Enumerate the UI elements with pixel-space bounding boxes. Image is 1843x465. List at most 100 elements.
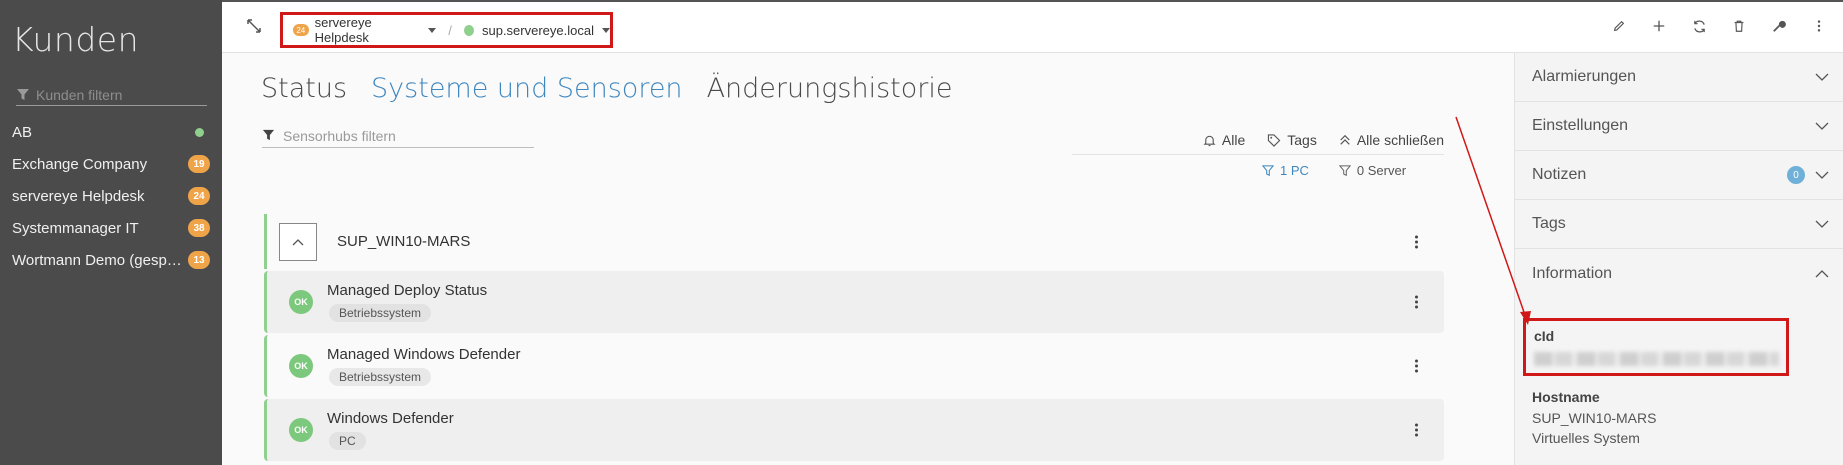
plus-icon[interactable] — [1651, 18, 1667, 34]
chevron-down-icon — [1815, 171, 1829, 179]
sensor-tag: Betriebssystem — [329, 304, 432, 322]
breadcrumb-customer[interactable]: servereye Helpdesk — [315, 15, 421, 45]
system-type-value: Virtuelles System — [1532, 430, 1640, 446]
sensor-row[interactable]: OK Managed Windows Defender Betriebssyst… — [264, 335, 1444, 397]
section-label: Einstellungen — [1532, 117, 1629, 134]
funnel-icon — [1262, 164, 1274, 176]
wrench-icon[interactable] — [1771, 18, 1787, 34]
sidebar-item-exchange-company[interactable]: Exchange Company 19 — [0, 148, 222, 180]
expand-icon[interactable] — [246, 18, 262, 34]
customer-list: AB Exchange Company 19 servereye Helpdes… — [0, 116, 222, 276]
tags-label: Tags — [1287, 132, 1317, 148]
chevron-down-icon[interactable] — [601, 27, 610, 33]
system-status-dot — [463, 24, 474, 36]
sidebar-item-servereye-helpdesk[interactable]: servereye Helpdesk 24 — [0, 180, 222, 212]
breadcrumb-separator: / — [448, 22, 452, 38]
cid-label: cId — [1534, 328, 1555, 344]
pencil-icon[interactable] — [1611, 18, 1627, 34]
toolbar — [1611, 18, 1827, 34]
more-vertical-icon[interactable] — [1414, 359, 1418, 373]
more-vertical-icon[interactable] — [1414, 423, 1418, 437]
section-information[interactable]: Information — [1515, 249, 1843, 298]
filter-pc-label: 1 PC — [1280, 163, 1309, 178]
refresh-icon[interactable] — [1691, 18, 1707, 34]
filter-server-button[interactable]: 0 Server — [1338, 163, 1407, 178]
sidebar-item-label: Systemmanager IT — [12, 219, 139, 237]
filter-server-label: 0 Server — [1356, 163, 1407, 178]
tab-change-history[interactable]: Änderungshistorie — [707, 73, 953, 104]
tag-icon — [1268, 133, 1281, 147]
tags-button[interactable]: Tags — [1267, 132, 1317, 148]
notes-count-badge: 0 — [1787, 166, 1805, 184]
system-type-filters: 1 PC 0 Server — [1262, 163, 1406, 178]
sensorhub-filter-placeholder: Sensorhubs filtern — [283, 127, 396, 144]
more-vertical-icon[interactable] — [1811, 18, 1827, 34]
hostname-value: SUP_WIN10-MARS — [1532, 410, 1657, 426]
filter-icon — [17, 88, 29, 100]
chevron-up-icon — [292, 238, 304, 245]
trash-icon[interactable] — [1731, 18, 1747, 34]
section-notes[interactable]: Notizen 0 — [1515, 151, 1843, 200]
customer-filter-input[interactable]: Kunden filtern — [16, 84, 207, 106]
chevron-down-icon[interactable] — [428, 27, 437, 33]
hostname-label: Hostname — [1532, 389, 1600, 405]
sensor-title: Managed Windows Defender — [327, 346, 521, 363]
sidebar-item-systemmanager-it[interactable]: Systemmanager IT 38 — [0, 212, 222, 244]
funnel-icon — [1338, 164, 1351, 176]
main-content: Status Systeme und Sensoren Änderungshis… — [222, 53, 1514, 465]
customer-sidebar: Kunden Kunden filtern AB Exchange Compan… — [0, 0, 222, 465]
breadcrumb: 24 servereye Helpdesk / sup.servereye.lo… — [280, 12, 613, 48]
status-badge: OK — [289, 418, 313, 442]
sensor-actions: Alle Tags Alle schließen — [1072, 126, 1444, 155]
more-vertical-icon[interactable] — [1414, 295, 1418, 309]
online-status-dot — [195, 127, 204, 137]
bell-icon — [1203, 135, 1216, 146]
sensor-row[interactable]: OK Windows Defender PC — [264, 399, 1444, 461]
sidebar-item-ab[interactable]: AB — [0, 116, 222, 148]
sensor-row[interactable]: OK Managed Deploy Status Betriebssystem — [264, 271, 1444, 333]
alert-count-badge: 24 — [188, 187, 210, 205]
section-label: Information — [1532, 264, 1613, 282]
cid-info-block: cId — [1523, 318, 1789, 376]
sensorhub-filter-input[interactable]: Sensorhubs filtern — [262, 124, 534, 148]
breadcrumb-system[interactable]: sup.servereye.local — [482, 23, 594, 38]
sensor-tag: Betriebssystem — [329, 368, 432, 386]
sidebar-item-label: AB — [12, 123, 33, 141]
chevron-down-icon — [1815, 73, 1829, 81]
filter-icon — [262, 129, 275, 141]
sensor-tag: PC — [329, 432, 366, 450]
tab-systems-and-sensors[interactable]: Systeme und Sensoren — [371, 73, 683, 104]
collapse-button[interactable] — [279, 222, 317, 261]
sidebar-title: Kunden — [12, 20, 139, 59]
sensorhub-row: SUP_WIN10-MARS — [264, 214, 1444, 269]
notifications-all-button[interactable]: Alle — [1203, 132, 1245, 148]
filter-pc-button[interactable]: 1 PC — [1262, 163, 1309, 178]
sidebar-item-label: Wortmann Demo (gespo... — [12, 251, 182, 269]
chevron-down-icon — [1815, 122, 1829, 130]
close-all-button[interactable]: Alle schließen — [1339, 132, 1444, 148]
cid-value-redacted — [1534, 352, 1779, 366]
sensorhub-name[interactable]: SUP_WIN10-MARS — [337, 233, 470, 250]
section-alerting[interactable]: Alarmierungen — [1515, 53, 1843, 102]
alert-count-badge: 38 — [188, 219, 210, 237]
sensor-title: Managed Deploy Status — [327, 282, 488, 299]
chevrons-up-icon — [1340, 134, 1350, 145]
sidebar-item-wortmann-demo[interactable]: Wortmann Demo (gespo... 13 — [0, 244, 222, 276]
section-tags[interactable]: Tags — [1515, 200, 1843, 249]
chevron-down-icon — [1815, 220, 1829, 228]
more-vertical-icon[interactable] — [1414, 235, 1418, 248]
hostname-info-block: Hostname SUP_WIN10-MARS Virtuelles Syste… — [1532, 389, 1656, 446]
sensor-title: Windows Defender — [327, 410, 454, 427]
tab-status[interactable]: Status — [261, 73, 347, 104]
customer-alert-badge: 24 — [293, 24, 309, 36]
section-label: Alarmierungen — [1532, 68, 1637, 85]
status-badge: OK — [289, 354, 313, 378]
close-all-label: Alle schließen — [1356, 132, 1444, 148]
alert-count-badge: 13 — [188, 251, 210, 269]
section-settings[interactable]: Einstellungen — [1515, 102, 1843, 151]
alert-count-badge: 19 — [188, 155, 210, 173]
tab-bar: Status Systeme und Sensoren Änderungshis… — [261, 73, 953, 104]
section-label: Notizen — [1532, 166, 1587, 183]
chevron-up-icon — [1815, 270, 1829, 278]
notifications-all-label: Alle — [1221, 132, 1246, 148]
